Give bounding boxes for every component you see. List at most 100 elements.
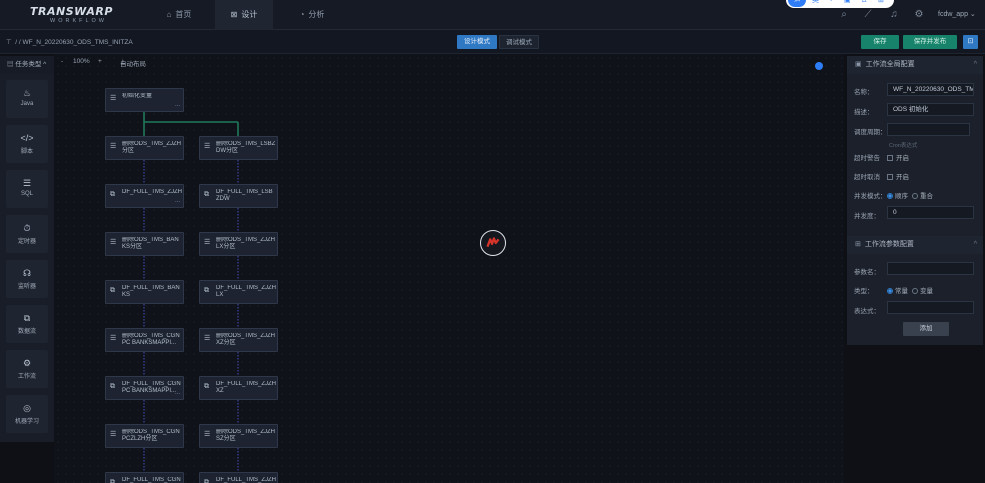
workflow-node[interactable]: ⧉ DF_FULL_TMS_ZJZH — [199, 472, 278, 483]
workflow-node[interactable]: ☰ 删除ODS_TMS_ZJZH分区 — [105, 136, 184, 160]
timeout-cancel-checkbox[interactable]: 开启 — [887, 171, 909, 181]
floating-badge[interactable]: 拍 — [788, 0, 806, 7]
timeout-alarm-checkbox[interactable]: 开启 — [887, 152, 909, 162]
type-radio-variable[interactable]: 变量 — [912, 285, 933, 295]
workflow-node[interactable]: ⧉ DF_FULL_TMS_CGNPC BANKSMAPPI...... — [105, 376, 184, 400]
task-type-label: 定时器 — [17, 239, 36, 245]
design-mode-button[interactable]: 设计模式 — [457, 35, 497, 49]
node-title: DF_FULL_TMS_ZJZHXZ — [216, 381, 276, 394]
workflow-node[interactable]: ⧉ DF_FULL_TMS_CGN — [105, 472, 184, 483]
workflow-node[interactable]: ⧉ DF_FULL_TMS_BANKS — [105, 280, 184, 304]
concurrency-radio-sequential[interactable]: 顺序 — [887, 190, 908, 200]
task-type-timer[interactable]: ⏱ 定时器 — [6, 215, 48, 253]
workflow-node[interactable]: ☰ 删除ODS_TMS_LSBZDW分区 — [199, 136, 278, 160]
workflow-node[interactable]: ⧉ DF_FULL_TMS_ZJZHLX — [199, 280, 278, 304]
desc-label: 描述： — [854, 109, 874, 116]
node-title: 删除ODS_TMS_ZJZHLX分区 — [216, 237, 276, 250]
global-config-title: 工作流全局配置 — [865, 61, 915, 68]
workflow-icon: ⚙ — [22, 358, 32, 368]
workflow-node[interactable]: ☰ 删除ODS_TMS_ZJZHXZ分区 — [199, 328, 278, 352]
zoom-in-button[interactable]: + — [98, 58, 102, 65]
name-field[interactable]: WF_N_20220630_ODS_TMS_INITZA — [887, 83, 974, 96]
tab-home[interactable]: ⌂ 首页 — [150, 0, 208, 30]
tab-analysis[interactable]: ◔ 分析 — [283, 0, 341, 30]
dataflow-icon: ⧉ — [204, 383, 209, 390]
schedule-label: 调度周期： — [854, 129, 887, 136]
node-title: 删除ODS_TMS_ZJZH分区 — [122, 141, 182, 154]
canvas-indicator-icon[interactable] — [815, 62, 823, 70]
param-icon: ⊞ — [855, 241, 861, 248]
debug-mode-button[interactable]: 调试模式 — [499, 35, 539, 49]
workflow-node[interactable]: ☰ 删除ODS_TMS_ZJZHSZ分区 — [199, 424, 278, 448]
design-icon: ⊠ — [230, 10, 238, 19]
window-icon[interactable]: ▣ — [844, 0, 851, 6]
global-config-header[interactable]: ▣ 工作流全局配置 ^ — [847, 56, 983, 74]
task-type-script[interactable]: </> 脚本 — [6, 125, 48, 163]
param-name-field[interactable] — [887, 262, 974, 275]
timeout-alarm-label: 超时警告 — [854, 155, 880, 162]
schedule-field[interactable] — [887, 123, 970, 136]
save-publish-button[interactable]: 保存并发布 — [903, 35, 957, 49]
breadcrumb-text[interactable]: / / WF_N_20220630_ODS_TMS_INITZA — [15, 39, 132, 46]
more-icon[interactable]: ... — [175, 198, 180, 204]
user-menu[interactable]: fcdw_app ⌄ — [938, 10, 976, 18]
tab-home-label: 首页 — [175, 10, 192, 19]
task-type-list: ♨ Java </> 脚本 ☰ SQL ⏱ 定时器 ☊ 监听器 ⧉ 数据流 ⚙ 工作流 ◎ 机器学习 — [0, 74, 54, 442]
task-type-dataflow[interactable]: ⧉ 数据流 — [6, 305, 48, 343]
bell-icon[interactable]: ♫ — [888, 9, 900, 21]
workflow-node[interactable]: ☰ 删除ODS_TMS_CGNPC BANKSMAPPI... — [105, 328, 184, 352]
tool-icon[interactable]: ⟋ — [862, 9, 874, 21]
gear-icon[interactable]: ⚙ — [913, 9, 925, 21]
zoom-out-button[interactable]: - — [61, 58, 63, 65]
add-param-button[interactable]: 添加 — [903, 322, 949, 336]
more-icon[interactable]: ... — [175, 390, 180, 396]
task-type-header[interactable]: ▤ 任务类型 ^ — [0, 56, 54, 74]
node-title: 删除ODS_TMS_CGNPCZLZH分区 — [122, 429, 180, 442]
workflow-node[interactable]: ⧉ DF_FULL_TMS_ZJZH... — [105, 184, 184, 208]
radio-dot — [912, 288, 918, 294]
listener-icon: ☊ — [23, 268, 31, 278]
param-config-header[interactable]: ⊞ 工作流参数配置 ^ — [847, 236, 983, 254]
tab-design[interactable]: ⊠ 设计 — [215, 0, 273, 30]
workflow-node[interactable]: ⧉ DF_FULL_TMS_ZJZHXZ — [199, 376, 278, 400]
floating-item[interactable]: 英 — [812, 0, 819, 6]
grid-icon[interactable]: ⊞ — [878, 0, 884, 6]
concurrency-label: 并发模式： — [854, 193, 887, 200]
panel-toggle-icon[interactable]: ⊡ — [963, 35, 978, 49]
desc-field[interactable]: ODS 初始化 — [887, 103, 974, 116]
node-title: DF_FULL_TMS_ZJZH — [122, 189, 182, 195]
search-icon[interactable]: ⌕ — [838, 9, 850, 21]
task-type-listener[interactable]: ☊ 监听器 — [6, 260, 48, 298]
dataflow-icon: ⧉ — [110, 191, 115, 198]
type-radio-constant[interactable]: 常量 — [887, 285, 908, 295]
workflow-canvas[interactable] — [54, 54, 844, 483]
script-icon: </> — [20, 133, 34, 143]
workflow-node[interactable]: ⧉ DF_FULL_TMS_LSBZDW — [199, 184, 278, 208]
loading-logo-icon — [480, 230, 506, 256]
task-type-label: 监听器 — [17, 284, 36, 290]
expr-field[interactable] — [887, 301, 974, 314]
parallel-field[interactable]: 0 — [887, 206, 974, 219]
workflow-node[interactable]: ☰ 初始化变量... — [105, 88, 184, 112]
filter-icon[interactable]: ⊤ — [6, 39, 12, 46]
concurrency-radio-overlap[interactable]: 重合 — [912, 190, 933, 200]
task-type-ml[interactable]: ◎ 机器学习 — [6, 395, 48, 433]
workflow-node[interactable]: ☰ 删除ODS_TMS_BANKS分区 — [105, 232, 184, 256]
workflow-node[interactable]: ☰ 删除ODS_TMS_ZJZHLX分区 — [199, 232, 278, 256]
chevron-up-icon: ^ — [43, 61, 47, 68]
sql-icon: ☰ — [110, 239, 117, 246]
person-icon[interactable]: ♙ — [861, 0, 867, 6]
task-type-sql[interactable]: ☰ SQL — [6, 170, 48, 208]
task-type-label: 数据流 — [17, 329, 36, 335]
sql-icon: ☰ — [110, 335, 117, 342]
save-button[interactable]: 保存 — [861, 35, 899, 49]
workflow-node[interactable]: ☰ 删除ODS_TMS_CGNPCZLZH分区 — [105, 424, 184, 448]
type-opt-0: 常量 — [895, 288, 908, 295]
task-type-java[interactable]: ♨ Java — [6, 80, 48, 118]
more-icon[interactable]: ... — [175, 102, 180, 108]
sql-icon: ☰ — [110, 143, 117, 150]
logo[interactable]: TRANSWARP WORKFLOW — [30, 5, 116, 27]
param-config-title: 工作流参数配置 — [864, 241, 914, 248]
node-title: 删除ODS_TMS_ZJZHSZ分区 — [216, 429, 276, 442]
task-type-workflow[interactable]: ⚙ 工作流 — [6, 350, 48, 388]
